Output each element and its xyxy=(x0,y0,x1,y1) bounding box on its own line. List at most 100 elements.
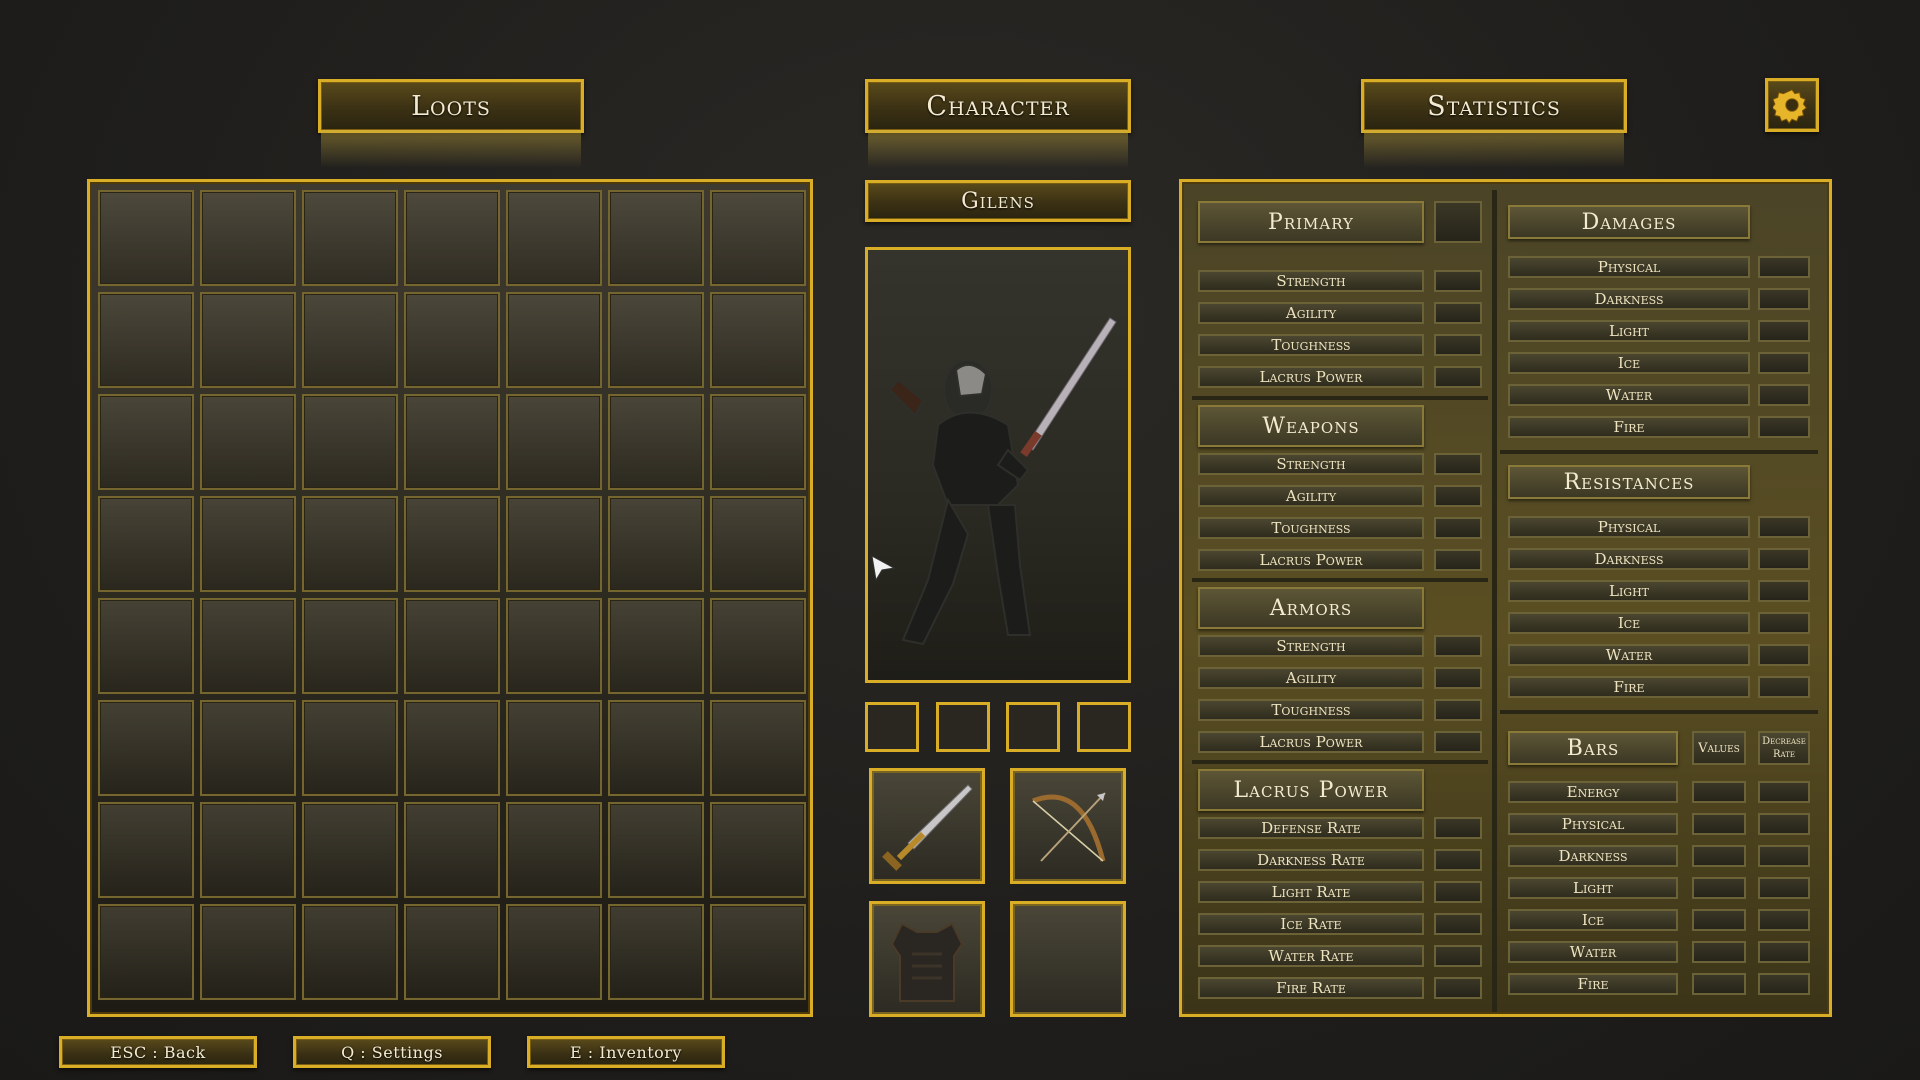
loot-slot[interactable] xyxy=(404,292,500,388)
accessory-slot[interactable] xyxy=(1077,702,1131,752)
loot-slot[interactable] xyxy=(710,802,806,898)
loot-slot[interactable] xyxy=(302,190,398,286)
tab-glow xyxy=(868,130,1128,168)
loot-slot[interactable] xyxy=(710,292,806,388)
loot-slot[interactable] xyxy=(302,802,398,898)
loot-slot[interactable] xyxy=(200,190,296,286)
stat-label-damages-text: Light xyxy=(1608,322,1650,340)
stat-label-resistances: Light xyxy=(1508,580,1750,602)
equipment-slot-empty[interactable] xyxy=(1010,901,1126,1017)
stat-label-armors-text: Lacrus Power xyxy=(1259,733,1363,751)
back-button[interactable]: ESC : Back xyxy=(59,1036,257,1068)
bar-label-text: Ice xyxy=(1581,911,1605,929)
loot-slot[interactable] xyxy=(710,598,806,694)
loot-slot[interactable] xyxy=(710,496,806,592)
loot-slot[interactable] xyxy=(506,292,602,388)
settings-button[interactable] xyxy=(1765,78,1819,132)
loot-slot[interactable] xyxy=(404,190,500,286)
loot-slot[interactable] xyxy=(608,598,704,694)
weapon-slot-sword[interactable] xyxy=(869,768,985,884)
loot-slot[interactable] xyxy=(404,598,500,694)
loot-slot[interactable] xyxy=(302,292,398,388)
loot-slot[interactable] xyxy=(98,802,194,898)
stat-label-armors-text: Toughness xyxy=(1271,701,1351,719)
loot-slot[interactable] xyxy=(506,700,602,796)
stat-label-primary-text: Toughness xyxy=(1271,336,1351,354)
stat-label-lacrus-text: Darkness Rate xyxy=(1257,851,1365,869)
stat-label-weapons: Toughness xyxy=(1198,517,1424,539)
loot-slot[interactable] xyxy=(608,496,704,592)
loot-slot[interactable] xyxy=(608,190,704,286)
stat-label-lacrus: Ice Rate xyxy=(1198,913,1424,935)
loot-slot[interactable] xyxy=(200,292,296,388)
loot-slot[interactable] xyxy=(302,700,398,796)
loot-slot[interactable] xyxy=(710,394,806,490)
loot-slot[interactable] xyxy=(200,496,296,592)
loot-slot[interactable] xyxy=(506,598,602,694)
section-divider xyxy=(1192,578,1488,582)
bar-value xyxy=(1692,845,1746,867)
loot-slot[interactable] xyxy=(506,802,602,898)
loot-slot[interactable] xyxy=(608,394,704,490)
stat-label-damages: Fire xyxy=(1508,416,1750,438)
section-title-armors: Armors xyxy=(1198,587,1424,629)
loot-slot[interactable] xyxy=(302,904,398,1000)
loot-slot[interactable] xyxy=(404,394,500,490)
section-divider xyxy=(1192,396,1488,400)
loot-slot[interactable] xyxy=(608,904,704,1000)
loot-slot[interactable] xyxy=(710,190,806,286)
stat-label-lacrus: Water Rate xyxy=(1198,945,1424,967)
stat-value-resistances xyxy=(1758,644,1810,666)
loot-slot[interactable] xyxy=(98,496,194,592)
bars-rate-header: Decrease Rate xyxy=(1758,731,1810,765)
inventory-button[interactable]: E : Inventory xyxy=(527,1036,725,1068)
section-title-lacrus: Lacrus Power xyxy=(1198,769,1424,811)
loot-slot[interactable] xyxy=(98,904,194,1000)
loot-slot[interactable] xyxy=(302,598,398,694)
loot-slot[interactable] xyxy=(506,904,602,1000)
loot-slot[interactable] xyxy=(404,700,500,796)
stat-value-damages xyxy=(1758,288,1810,310)
accessory-slot[interactable] xyxy=(936,702,990,752)
loot-slot[interactable] xyxy=(506,394,602,490)
loot-slot[interactable] xyxy=(98,292,194,388)
stat-label-weapons: Strength xyxy=(1198,453,1424,475)
loot-slot[interactable] xyxy=(200,598,296,694)
loot-slot[interactable] xyxy=(98,394,194,490)
stat-label-lacrus-text: Ice Rate xyxy=(1280,915,1342,933)
loot-slot[interactable] xyxy=(710,904,806,1000)
loot-slot[interactable] xyxy=(302,394,398,490)
loot-slot[interactable] xyxy=(608,292,704,388)
loot-slot[interactable] xyxy=(404,802,500,898)
loot-slot[interactable] xyxy=(98,598,194,694)
loot-slot[interactable] xyxy=(98,700,194,796)
settings-shortcut-button[interactable]: Q : Settings xyxy=(293,1036,491,1068)
loot-slot[interactable] xyxy=(200,700,296,796)
stat-label-weapons-text: Lacrus Power xyxy=(1259,551,1363,569)
accessory-slot[interactable] xyxy=(865,702,919,752)
tab-character[interactable]: Character xyxy=(865,79,1131,168)
bar-value xyxy=(1692,813,1746,835)
tab-statistics[interactable]: Statistics xyxy=(1361,79,1627,168)
loot-slot[interactable] xyxy=(608,700,704,796)
loot-slot[interactable] xyxy=(200,394,296,490)
loot-slot[interactable] xyxy=(200,904,296,1000)
loot-slot[interactable] xyxy=(200,802,296,898)
loot-slot[interactable] xyxy=(302,496,398,592)
loot-slot[interactable] xyxy=(98,190,194,286)
bars-rate-header-text: Rate xyxy=(1773,749,1795,760)
character-model xyxy=(888,317,1117,646)
tab-glow xyxy=(1364,130,1624,168)
loot-grid xyxy=(98,190,806,1000)
accessory-slot[interactable] xyxy=(1006,702,1060,752)
loot-slot[interactable] xyxy=(710,700,806,796)
tab-loots[interactable]: Loots xyxy=(318,79,584,168)
loot-slot[interactable] xyxy=(404,904,500,1000)
loot-slot[interactable] xyxy=(404,496,500,592)
sword-icon xyxy=(882,784,973,871)
armor-slot-chest[interactable] xyxy=(869,901,985,1017)
loot-slot[interactable] xyxy=(506,496,602,592)
weapon-slot-bow[interactable] xyxy=(1010,768,1126,884)
loot-slot[interactable] xyxy=(608,802,704,898)
loot-slot[interactable] xyxy=(506,190,602,286)
